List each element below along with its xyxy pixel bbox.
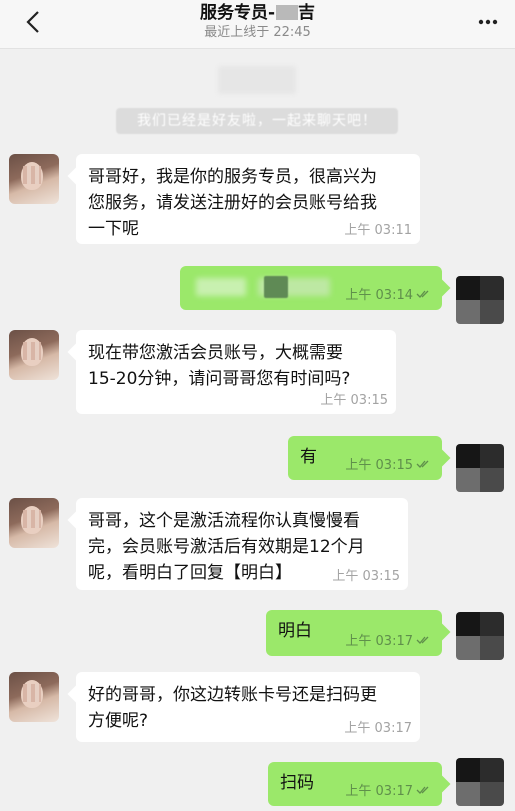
read-ticks-icon	[416, 636, 429, 644]
redaction-mask	[276, 5, 299, 20]
message-time: 上午 03:11	[344, 223, 412, 238]
read-ticks-icon	[416, 290, 429, 298]
message-text: 有	[300, 447, 317, 467]
read-ticks-icon	[416, 786, 429, 794]
message-time: 上午 03:15	[320, 393, 388, 408]
system-notice: 我们已经是好友啦，一起来聊天吧！	[116, 108, 398, 134]
message-bubble-outgoing[interactable]: 扫码 上午 03:17	[268, 762, 442, 806]
message-bubble-outgoing[interactable]: 有 上午 03:15	[288, 436, 442, 480]
message-text: 明白	[278, 621, 312, 641]
message-time: 上午 03:17	[344, 721, 412, 736]
contact-avatar[interactable]	[9, 672, 59, 722]
blurred-system-item	[218, 66, 296, 94]
contact-avatar[interactable]	[9, 154, 59, 204]
contact-avatar[interactable]	[9, 498, 59, 548]
more-icon[interactable]	[477, 14, 499, 30]
message-bubble-outgoing-blurred[interactable]: 上午 03:14	[180, 266, 442, 310]
message-time: 上午 03:15	[332, 569, 400, 584]
chat-title: 服务专员- 吉	[199, 3, 316, 23]
chat-title-block: 服务专员- 吉 最近上线于 22:45	[0, 2, 515, 42]
message-bubble-incoming[interactable]: 哥哥，这个是激活流程你认真慢慢看 完，会员账号激活后有效期是12个月 呢，看明白…	[76, 498, 408, 590]
my-avatar[interactable]	[456, 612, 504, 660]
message-bubble-incoming[interactable]: 现在带您激活会员账号，大概需要 15-20分钟，请问哥哥您有时间吗? 上午 03…	[76, 330, 396, 414]
message-bubble-incoming[interactable]: 好的哥哥，你这边转账卡号还是扫码更 方便呢? 上午 03:17	[76, 672, 420, 742]
redacted-content	[196, 278, 246, 296]
chat-header: 服务专员- 吉 最近上线于 22:45	[0, 0, 515, 49]
message-time: 上午 03:17	[345, 634, 432, 650]
read-ticks-icon	[416, 460, 429, 468]
message-time: 上午 03:17	[345, 784, 432, 800]
last-online-status: 最近上线于 22:45	[204, 25, 311, 40]
message-time: 上午 03:15	[345, 458, 432, 474]
my-avatar[interactable]	[456, 444, 504, 492]
message-text: 扫码	[280, 773, 314, 793]
message-text: 现在带您激活会员账号，大概需要 15-20分钟，请问哥哥您有时间吗?	[88, 343, 351, 389]
message-bubble-outgoing[interactable]: 明白 上午 03:17	[266, 610, 442, 656]
my-avatar[interactable]	[456, 276, 504, 324]
message-time: 上午 03:14	[345, 288, 432, 304]
redacted-block	[264, 276, 288, 298]
message-bubble-incoming[interactable]: 哥哥好，我是你的服务专员，很高兴为 您服务，请发送注册好的会员账号给我 一下呢 …	[76, 154, 420, 244]
contact-avatar[interactable]	[9, 330, 59, 380]
my-avatar[interactable]	[456, 758, 504, 806]
